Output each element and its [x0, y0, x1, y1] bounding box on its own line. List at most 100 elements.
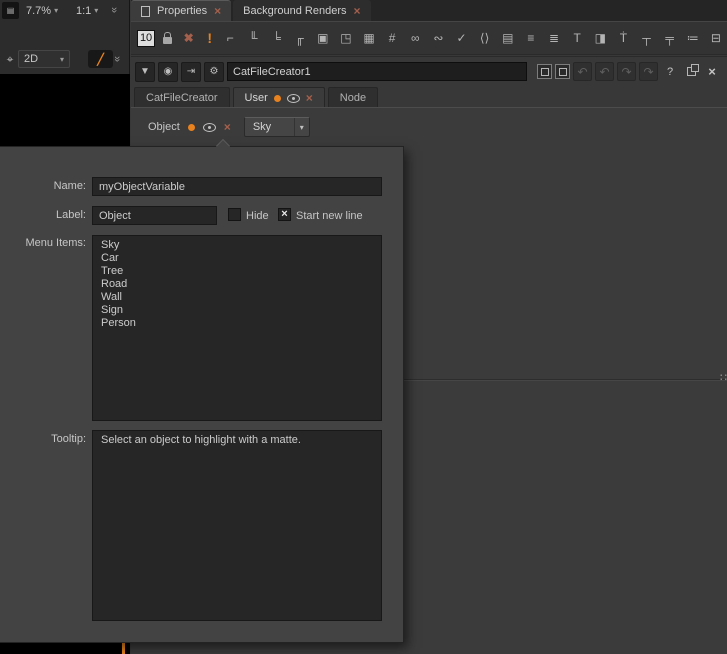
node-panel-header: ▼ ◉ ⇥ ⚙ ↶ ↶ ↷ ↷ [131, 56, 727, 86]
undo-icon: ↶ [577, 65, 587, 79]
name-label: Name: [2, 180, 86, 192]
max-panels-field[interactable]: 10 [137, 30, 155, 47]
close-icon: × [708, 64, 716, 79]
tab-node-label: Node [340, 92, 366, 104]
node-tab-bar: CatFileCreator User × Node [134, 87, 727, 108]
justify-knob-icon[interactable]: ≣ [546, 29, 562, 48]
collapse-panel-button[interactable]: ▼ [135, 62, 155, 82]
brush-tool-button[interactable]: ╱ [88, 50, 113, 68]
viewer-toolbar-collapse-button-2[interactable]: » [114, 53, 120, 65]
float-panel-button[interactable] [682, 62, 700, 81]
panel-color-chip[interactable] [555, 64, 570, 79]
edit-knob-dialog: Name: Label: Hide × Start new line Menu … [0, 146, 404, 643]
tab-node[interactable]: Node [328, 87, 378, 108]
text-knob-icon[interactable]: T [569, 29, 585, 48]
chevron-down-icon: ▾ [60, 55, 64, 64]
link-knob-icon[interactable]: ∞ [407, 29, 423, 48]
close-icon[interactable]: × [224, 121, 231, 133]
crosshair-icon[interactable]: ⌖ [3, 51, 17, 67]
scale-knob-icon[interactable]: ╘ [268, 29, 284, 48]
close-icon[interactable]: × [306, 92, 313, 104]
viewer-timeline[interactable] [0, 643, 130, 654]
python-knob-icon[interactable]: ⟨⟩ [477, 29, 493, 48]
checkbox-knob-icon[interactable]: ✓ [453, 29, 469, 48]
splitter-grip-icon[interactable]: ∷ [720, 371, 726, 384]
name-field[interactable] [92, 177, 382, 196]
node-name-field[interactable] [227, 62, 527, 81]
document-icon [141, 6, 150, 17]
tooltip-textarea[interactable] [92, 430, 382, 621]
center-node-button[interactable]: ◉ [158, 62, 178, 82]
modified-dot-icon [274, 95, 281, 102]
undo-all-button[interactable]: ↶ [595, 62, 614, 81]
manage-knobs-button[interactable]: ⚙ [204, 62, 224, 82]
undo-button[interactable]: ↶ [573, 62, 592, 81]
wrench-icon: ⚙ [210, 66, 219, 77]
chevron-down-icon: ▾ [94, 6, 98, 15]
tab-catfilecreator[interactable]: CatFileCreator [134, 87, 230, 108]
object-dropdown[interactable]: Sky ▾ [244, 117, 310, 137]
float-window-icon [687, 67, 696, 76]
redo-icon: ↷ [621, 65, 631, 79]
hide-checkbox-label: Hide [246, 210, 269, 222]
file-knob-icon[interactable]: ◨ [592, 29, 608, 48]
viewer-zoom-value: 7.7% [26, 5, 51, 17]
tab-user-label: User [245, 92, 268, 104]
viewer-toolbar-collapse-button[interactable]: » [111, 4, 117, 16]
delete-icon: ✖ [184, 31, 194, 45]
edit-mode-indicator[interactable]: ! [201, 29, 218, 48]
viewer-ratio-select[interactable]: 1:1 ▾ [72, 2, 102, 19]
close-all-panels-button[interactable]: ✖ [180, 29, 197, 48]
close-icon[interactable]: × [354, 5, 361, 17]
redo-button[interactable]: ↷ [617, 62, 636, 81]
align-left-knob-icon[interactable]: ≡ [523, 29, 539, 48]
tab-background-renders[interactable]: Background Renders × [233, 0, 370, 21]
tab-properties[interactable]: Properties × [131, 0, 231, 21]
eye-icon[interactable] [287, 94, 300, 103]
xy-knob-icon[interactable]: ╓ [292, 29, 308, 48]
start-new-line-checkbox[interactable]: × [278, 208, 291, 221]
redo-icon: ↷ [643, 65, 653, 79]
knob-toolbar: 10 ✖ ! ⌐ ╙ ╘ ╓ ▣ ◳ ▦ # ∞ ∾ ✓ ⟨⟩ ▤ ≡ ≣ [131, 22, 727, 55]
start-new-line-label: Start new line [296, 210, 363, 222]
tab-user[interactable]: User × [233, 87, 325, 108]
viewer-image-area[interactable] [0, 74, 130, 147]
tooltip-label: Tooltip: [2, 433, 86, 445]
script-knob-icon[interactable]: ≔ [685, 29, 701, 48]
node-color-chip[interactable] [537, 64, 552, 79]
tab-knob-icon[interactable]: ┬ [638, 29, 654, 48]
redo-all-button[interactable]: ↷ [639, 62, 658, 81]
channels-knob-icon[interactable]: # [384, 29, 400, 48]
timeline-playhead[interactable] [122, 643, 125, 654]
box-knob-icon[interactable]: ▣ [315, 29, 331, 48]
viewer-menu-button[interactable]: ▤ [2, 2, 19, 19]
label-knob-icon[interactable]: Ṫ [615, 29, 631, 48]
pane-splitter[interactable] [404, 379, 727, 380]
target-icon: ◉ [164, 66, 173, 77]
close-icon[interactable]: × [214, 5, 221, 17]
format-knob-icon[interactable]: ▦ [361, 29, 377, 48]
expression-knob-icon[interactable]: ∾ [430, 29, 446, 48]
viewer-mode-select[interactable]: 2D ▾ [18, 50, 70, 68]
eye-icon[interactable] [203, 123, 216, 132]
array-knob-icon[interactable]: ╙ [245, 29, 261, 48]
multiline-knob-icon[interactable]: ▤ [500, 29, 516, 48]
help-button[interactable]: ? [661, 62, 679, 81]
label-field[interactable] [92, 206, 217, 225]
warning-icon: ! [207, 30, 212, 46]
viewer-zoom-select[interactable]: 7.7% ▾ [22, 2, 62, 19]
arrow-to-icon: ⇥ [187, 66, 195, 77]
divider-knob-icon[interactable]: ⊟ [708, 29, 724, 48]
group-knob-icon[interactable]: ╤ [662, 29, 678, 48]
tab-properties-label: Properties [157, 5, 207, 17]
tab-catfilecreator-label: CatFileCreator [146, 92, 218, 104]
close-panel-button[interactable]: × [703, 62, 721, 81]
goto-node-button[interactable]: ⇥ [181, 62, 201, 82]
object-knob-label: Object [148, 121, 180, 133]
lock-panels-button[interactable] [159, 29, 176, 48]
integer-knob-icon[interactable]: ⌐ [222, 29, 238, 48]
undo-icon: ↶ [599, 65, 609, 79]
menu-items-textarea[interactable] [92, 235, 382, 421]
hide-checkbox[interactable] [228, 208, 241, 221]
transform-knob-icon[interactable]: ◳ [338, 29, 354, 48]
